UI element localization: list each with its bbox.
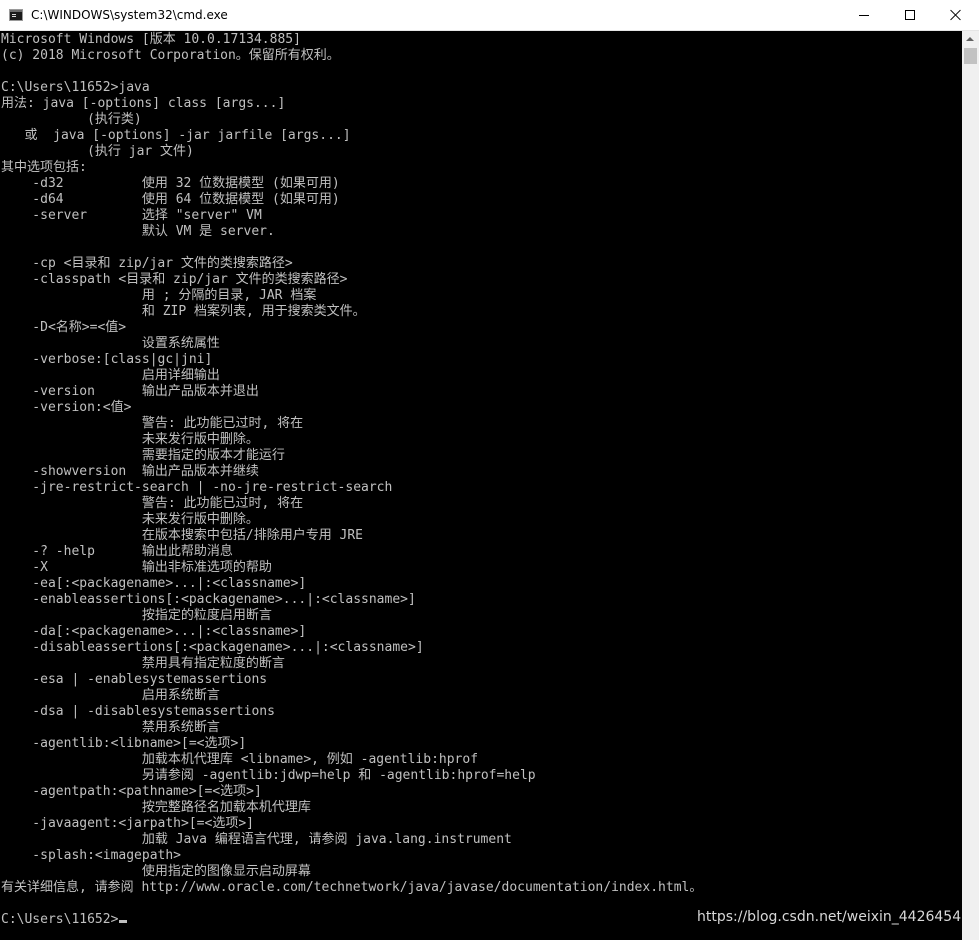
console-line: -disableassertions[:<packagename>...|:<c… [1, 640, 424, 655]
console-line: 警告: 此功能已过时, 将在 [1, 416, 304, 431]
minimize-icon [859, 15, 869, 16]
console-line: 另请参阅 -agentlib:jdwp=help 和 -agentlib:hpr… [1, 768, 536, 783]
console-line: -da[:<packagename>...|:<classname>] [1, 624, 307, 639]
console-line: -? -help 输出此帮助消息 [1, 544, 233, 559]
console-line: Microsoft Windows [版本 10.0.17134.885] [1, 32, 301, 47]
console-line: 警告: 此功能已过时, 将在 [1, 496, 304, 511]
console-line: -ea[:<packagename>...|:<classname>] [1, 576, 307, 591]
title-bar[interactable]: C:\WINDOWS\system32\cmd.exe [0, 0, 979, 31]
maximize-button[interactable] [887, 0, 933, 30]
watermark-text: https://blog.csdn.net/weixin_4426454 [697, 909, 962, 925]
console-line: -server 选择 "server" VM [1, 208, 262, 223]
maximize-icon [905, 10, 915, 20]
console-line: 用法: java [-options] class [args...] [1, 96, 286, 111]
text-cursor [119, 920, 128, 923]
console-line: 其中选项包括: [1, 160, 87, 175]
close-button[interactable] [933, 0, 979, 30]
console-line: -dsa | -disablesystemassertions [1, 704, 275, 719]
console-line: 禁用系统断言 [1, 720, 220, 735]
scroll-up-arrow-icon[interactable] [962, 31, 979, 48]
minimize-button[interactable] [841, 0, 887, 30]
console-line: -version:<值> [1, 400, 132, 415]
console-line: C:\Users\11652>java [1, 80, 150, 95]
console-line: 未来发行版中删除。 [1, 432, 259, 447]
console-line: -version 输出产品版本并退出 [1, 384, 259, 399]
console-icon[interactable] [9, 9, 23, 21]
console-line: -jre-restrict-search | -no-jre-restrict-… [1, 480, 393, 495]
console-line: -agentlib:<libname>[=<选项>] [1, 736, 247, 751]
console-line: -X 输出非标准选项的帮助 [1, 560, 272, 575]
console-line: 禁用具有指定粒度的断言 [1, 656, 285, 671]
vertical-scrollbar[interactable] [962, 31, 979, 940]
console-line: 用 ; 分隔的目录, JAR 档案 [1, 288, 317, 303]
console-line: 按指定的粒度启用断言 [1, 608, 272, 623]
console-line: -classpath <目录和 zip/jar 文件的类搜索路径> [1, 272, 348, 287]
console-line: 启用详细输出 [1, 368, 220, 383]
console-line: 需要指定的版本才能运行 [1, 448, 285, 463]
console-line: -d32 使用 32 位数据模型 (如果可用) [1, 176, 340, 191]
console-line: -enableassertions[:<packagename>...|:<cl… [1, 592, 416, 607]
console-line: 或 java [-options] -jar jarfile [args...] [1, 128, 351, 143]
console-line: 按完整路径名加载本机代理库 [1, 800, 311, 815]
console-line: -showversion 输出产品版本并继续 [1, 464, 259, 479]
console-line: -D<名称>=<值> [1, 320, 127, 335]
prompt-line[interactable]: C:\Users\11652> [1, 912, 702, 928]
console-line: 使用指定的图像显示启动屏幕 [1, 864, 311, 879]
window-title: C:\WINDOWS\system32\cmd.exe [31, 8, 228, 22]
scroll-thumb[interactable] [964, 48, 977, 64]
console-lines: Microsoft Windows [版本 10.0.17134.885] (c)… [1, 32, 702, 928]
console-line: -esa | -enablesystemassertions [1, 672, 268, 687]
console-line: 和 ZIP 档案列表, 用于搜索类文件。 [1, 304, 366, 319]
console-line: 默认 VM 是 server. [1, 224, 275, 239]
console-line: 启用系统断言 [1, 688, 220, 703]
console-line: 在版本搜索中包括/排除用户专用 JRE [1, 528, 364, 543]
close-icon [950, 9, 962, 21]
console-line: -agentpath:<pathname>[=<选项>] [1, 784, 262, 799]
console-line: (执行 jar 文件) [1, 144, 194, 159]
prompt-text: C:\Users\11652> [1, 912, 119, 927]
console-line: (执行类) [1, 112, 142, 127]
console-line: -splash:<imagepath> [1, 848, 182, 863]
console-line: 有关详细信息, 请参阅 http://www.oracle.com/techne… [1, 880, 703, 895]
console-line: -d64 使用 64 位数据模型 (如果可用) [1, 192, 340, 207]
console-line: 设置系统属性 [1, 336, 220, 351]
console-line: (c) 2018 Microsoft Corporation。保留所有权利。 [1, 48, 340, 63]
console-output[interactable]: Microsoft Windows [版本 10.0.17134.885] (c)… [0, 31, 962, 940]
console-line: 加载 Java 编程语言代理, 请参阅 java.lang.instrument [1, 832, 512, 847]
console-line: 加载本机代理库 <libname>, 例如 -agentlib:hprof [1, 752, 479, 767]
cmd-window: C:\WINDOWS\system32\cmd.exe Microsoft Wi… [0, 0, 979, 940]
console-line: -cp <目录和 zip/jar 文件的类搜索路径> [1, 256, 293, 271]
console-line: -javaagent:<jarpath>[=<选项>] [1, 816, 254, 831]
console-line: -verbose:[class|gc|jni] [1, 352, 213, 367]
console-line: 未来发行版中删除。 [1, 512, 259, 527]
